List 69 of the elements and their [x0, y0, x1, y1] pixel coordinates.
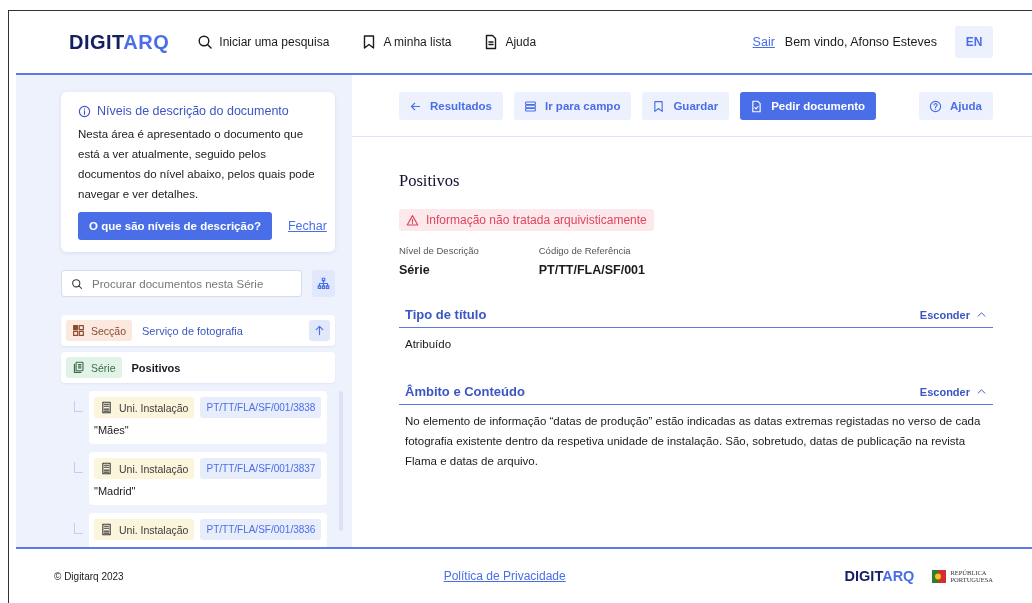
emblem-icon	[932, 568, 947, 584]
level-tag: Uni. Instalação	[94, 519, 195, 540]
toolbar-button[interactable]: Ir para campo	[514, 92, 632, 120]
nav-link[interactable]: A minha lista	[361, 34, 452, 50]
tree-item-title: "Madrid"	[94, 485, 137, 497]
help-button[interactable]: Ajuda	[919, 92, 993, 120]
tree-item[interactable]: Uni. Instalação PT/TT/FLA/SF/001/3836	[89, 513, 328, 547]
box-icon	[100, 401, 113, 414]
up-button[interactable]	[309, 320, 330, 341]
reference-code: PT/TT/FLA/SF/001/3837	[200, 458, 322, 479]
toggle-button[interactable]: Esconder	[919, 385, 987, 398]
close-link[interactable]: Fechar	[287, 219, 327, 233]
document-title: Positivos	[399, 171, 461, 191]
logo[interactable]: DIGITARQ	[69, 30, 170, 54]
level-tag: Uni. Instalação	[94, 458, 195, 479]
language-button[interactable]: EN	[955, 26, 993, 58]
tree-item[interactable]: Secção Serviço de fotografia	[61, 315, 335, 346]
info-icon	[78, 104, 91, 118]
search-icon	[71, 278, 83, 290]
search-icon	[197, 34, 214, 50]
toolbar-button[interactable]: Resultados	[399, 92, 503, 120]
tree-item[interactable]: Série Positivos	[61, 352, 335, 383]
copyright-text: © Digitarq 2023	[54, 570, 124, 582]
level-tag: Série	[66, 357, 122, 378]
welcome-text: Bem vindo, Afonso Esteves	[784, 35, 937, 49]
field-value: PT/TT/FLA/SF/001	[538, 263, 645, 277]
caret-up-icon	[976, 386, 987, 397]
box-icon	[100, 462, 113, 475]
field-label: Código de Referência	[538, 245, 632, 256]
logout-link[interactable]: Sair	[752, 35, 775, 49]
section-text: Atribuído	[404, 337, 453, 352]
section-title: Âmbito e Conteúdo	[405, 384, 526, 399]
level-tag: Uni. Instalação	[94, 397, 195, 418]
level-tag: Secção	[66, 320, 133, 341]
caret-up-icon	[976, 309, 987, 320]
reference-code: PT/TT/FLA/SF/001/3838	[200, 397, 322, 418]
tree-item-title: "Mães"	[94, 424, 130, 436]
tree-item[interactable]: Uni. Instalação PT/TT/FLA/SF/001/3838 "Mães"	[89, 391, 328, 444]
help-icon	[929, 99, 943, 113]
toolbar-button[interactable]: Guardar	[642, 92, 730, 120]
warning-badge: Informação não tratada arquivisticamente	[399, 209, 654, 231]
section-title: Tipo de título	[405, 307, 488, 322]
levels-help-button[interactable]: O que são níveis de descrição?	[78, 212, 272, 240]
box-icon	[100, 523, 113, 536]
toggle-button[interactable]: Esconder	[919, 308, 987, 321]
nav-link[interactable]: Ajuda	[483, 34, 537, 50]
hierarchy-icon	[317, 277, 330, 290]
section-text: No elemento de informação “datas de produção” estão indicadas as datas extremas registadas no verso de cada fotografia existente dentro da respetiva unidade de instalação. São, sobretudo, datas de publicação na revista Flama e datas de arquivo.	[404, 414, 982, 469]
toolbar-button[interactable]: Pedir documento	[740, 92, 877, 120]
warning-icon	[406, 213, 419, 227]
search-field[interactable]: Procurar documentos nesta Série	[61, 270, 302, 297]
tree-item-title: Serviço de fotografia	[142, 324, 244, 337]
list-icon	[524, 99, 537, 113]
document-check-icon	[750, 99, 764, 113]
footer-logo: DIGITARQ	[844, 568, 915, 584]
arrow-up-icon	[313, 324, 326, 337]
hierarchy-button[interactable]	[312, 270, 335, 297]
tree-item-title: Positivos	[131, 361, 181, 374]
field-label: Nível de Descrição	[399, 245, 479, 256]
reference-code: PT/TT/FLA/SF/001/3836	[200, 519, 322, 540]
privacy-link[interactable]: Política de Privacidade	[443, 569, 566, 583]
documents-icon	[72, 361, 85, 374]
bookmark-icon	[652, 99, 666, 113]
tree-item[interactable]: Uni. Instalação PT/TT/FLA/SF/001/3837 "Madrid"	[89, 452, 328, 505]
field-value: Série	[399, 263, 431, 277]
grid-icon	[72, 324, 85, 337]
nav-link[interactable]: Iniciar uma pesquisa	[197, 34, 330, 50]
info-card-title: Níveis de descrição do documento	[97, 104, 289, 118]
info-card-text: Nesta área é apresentado o documento que está a ver atualmente, seguido pelos documentos do nível abaixo, pelos quais pode navegar e ver detalhes.	[78, 127, 316, 202]
